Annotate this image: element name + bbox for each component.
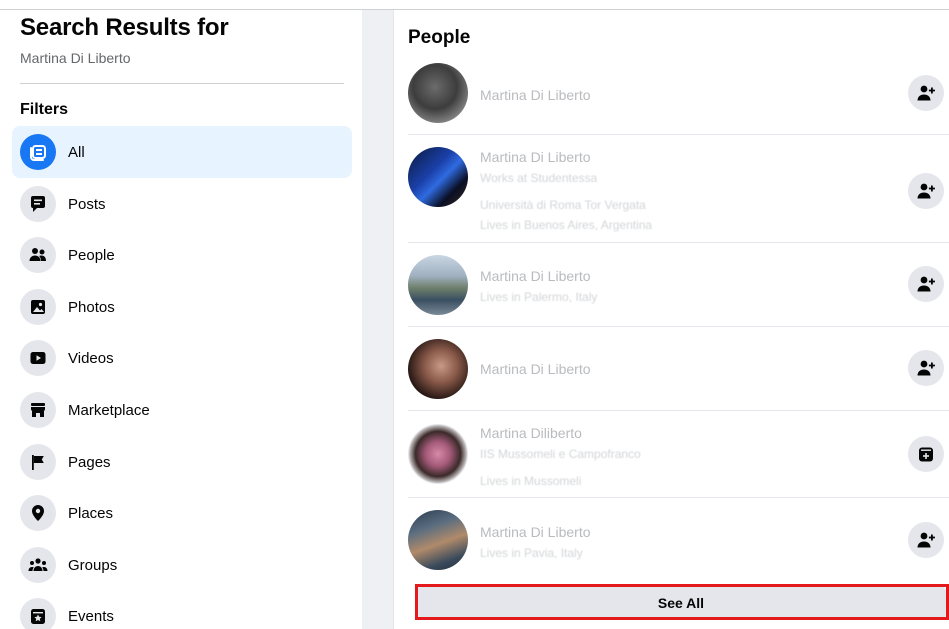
filter-people[interactable]: People (12, 229, 352, 281)
add-friend-icon (917, 276, 935, 292)
flag-icon (20, 444, 56, 480)
divider (408, 410, 949, 411)
people-icon (20, 237, 56, 273)
add-friend-button[interactable] (908, 173, 944, 209)
filter-marketplace[interactable]: Marketplace (12, 384, 352, 436)
person-name[interactable]: Martina Diliberto (480, 425, 582, 441)
filter-all[interactable]: All (12, 126, 352, 178)
add-friend-icon (917, 532, 935, 548)
divider (408, 242, 949, 243)
play-icon (20, 340, 56, 376)
avatar[interactable] (408, 510, 468, 570)
filter-label: All (68, 143, 85, 161)
person-result[interactable]: Martina Di Liberto (408, 63, 949, 133)
person-result[interactable]: Martina Di Liberto Lives in Palermo, Ita… (408, 255, 949, 321)
add-friend-button[interactable] (908, 522, 944, 558)
groups-icon (20, 547, 56, 583)
person-result[interactable]: Martina Di Liberto Works at Studentessa … (408, 147, 949, 239)
person-name[interactable]: Martina Di Liberto (480, 87, 591, 103)
person-name[interactable]: Martina Di Liberto (480, 149, 591, 165)
pin-icon (20, 495, 56, 531)
see-all-button[interactable]: See All (416, 586, 946, 620)
divider (20, 83, 344, 84)
add-friend-icon (917, 85, 935, 101)
person-result[interactable]: Martina Di Liberto (408, 339, 949, 401)
person-detail: Lives in Buenos Aires, Argentina (480, 218, 653, 232)
avatar[interactable] (408, 63, 468, 123)
page: Search Results for Martina Di Liberto Fi… (0, 0, 949, 629)
calendar-star-icon (20, 598, 56, 629)
person-name[interactable]: Martina Di Liberto (480, 268, 591, 284)
filter-label: Places (68, 504, 114, 522)
filter-label: Groups (68, 556, 118, 574)
filter-events[interactable]: Events (12, 590, 352, 629)
person-name[interactable]: Martina Di Liberto (480, 524, 591, 540)
message-button[interactable] (908, 436, 944, 472)
person-result[interactable]: Martina Diliberto IIS Mussomeli e Campof… (408, 424, 949, 490)
shop-icon (20, 392, 56, 428)
filter-label: Marketplace (68, 401, 150, 419)
filter-videos[interactable]: Videos (12, 332, 352, 384)
avatar[interactable] (408, 339, 468, 399)
filter-label: Videos (68, 349, 114, 367)
person-result[interactable]: Martina Di Liberto Lives in Pavia, Italy (408, 510, 949, 574)
divider (408, 326, 949, 327)
search-query: Martina Di Liberto (20, 50, 131, 66)
avatar[interactable] (408, 255, 468, 315)
person-detail: Lives in Pavia, Italy (480, 546, 583, 560)
filter-label: Photos (68, 298, 115, 316)
filter-posts[interactable]: Posts (12, 178, 352, 230)
people-section-title: People (408, 27, 471, 48)
avatar[interactable] (408, 424, 468, 484)
add-friend-icon (917, 360, 935, 376)
avatar[interactable] (408, 147, 468, 207)
filter-groups[interactable]: Groups (12, 539, 352, 591)
person-name[interactable]: Martina Di Liberto (480, 361, 591, 377)
add-friend-button[interactable] (908, 350, 944, 386)
person-detail: Lives in Mussomeli (480, 474, 582, 488)
filter-places[interactable]: Places (12, 487, 352, 539)
filter-label: Pages (68, 453, 111, 471)
person-detail: Università di Roma Tor Vergata (480, 198, 646, 212)
filter-label: Posts (68, 195, 106, 213)
search-sidebar: Search Results for Martina Di Liberto Fi… (10, 10, 362, 629)
person-detail: Works at Studentessa (480, 171, 598, 185)
filter-label: People (68, 246, 115, 264)
add-friend-button[interactable] (908, 75, 944, 111)
divider (408, 134, 949, 135)
filter-label: Events (68, 607, 114, 625)
person-detail: Lives in Palermo, Italy (480, 290, 598, 304)
add-friend-icon (917, 183, 935, 199)
filter-pages[interactable]: Pages (12, 436, 352, 488)
person-detail: IIS Mussomeli e Campofranco (480, 447, 641, 461)
sidebar-title: Search Results for (20, 14, 229, 41)
photo-icon (20, 289, 56, 325)
chat-bubble-icon (20, 186, 56, 222)
filter-photos[interactable]: Photos (12, 281, 352, 333)
add-friend-button[interactable] (908, 266, 944, 302)
divider (408, 497, 949, 498)
feed-icon (20, 134, 56, 170)
message-icon (919, 447, 933, 462)
filters-heading: Filters (20, 101, 69, 118)
